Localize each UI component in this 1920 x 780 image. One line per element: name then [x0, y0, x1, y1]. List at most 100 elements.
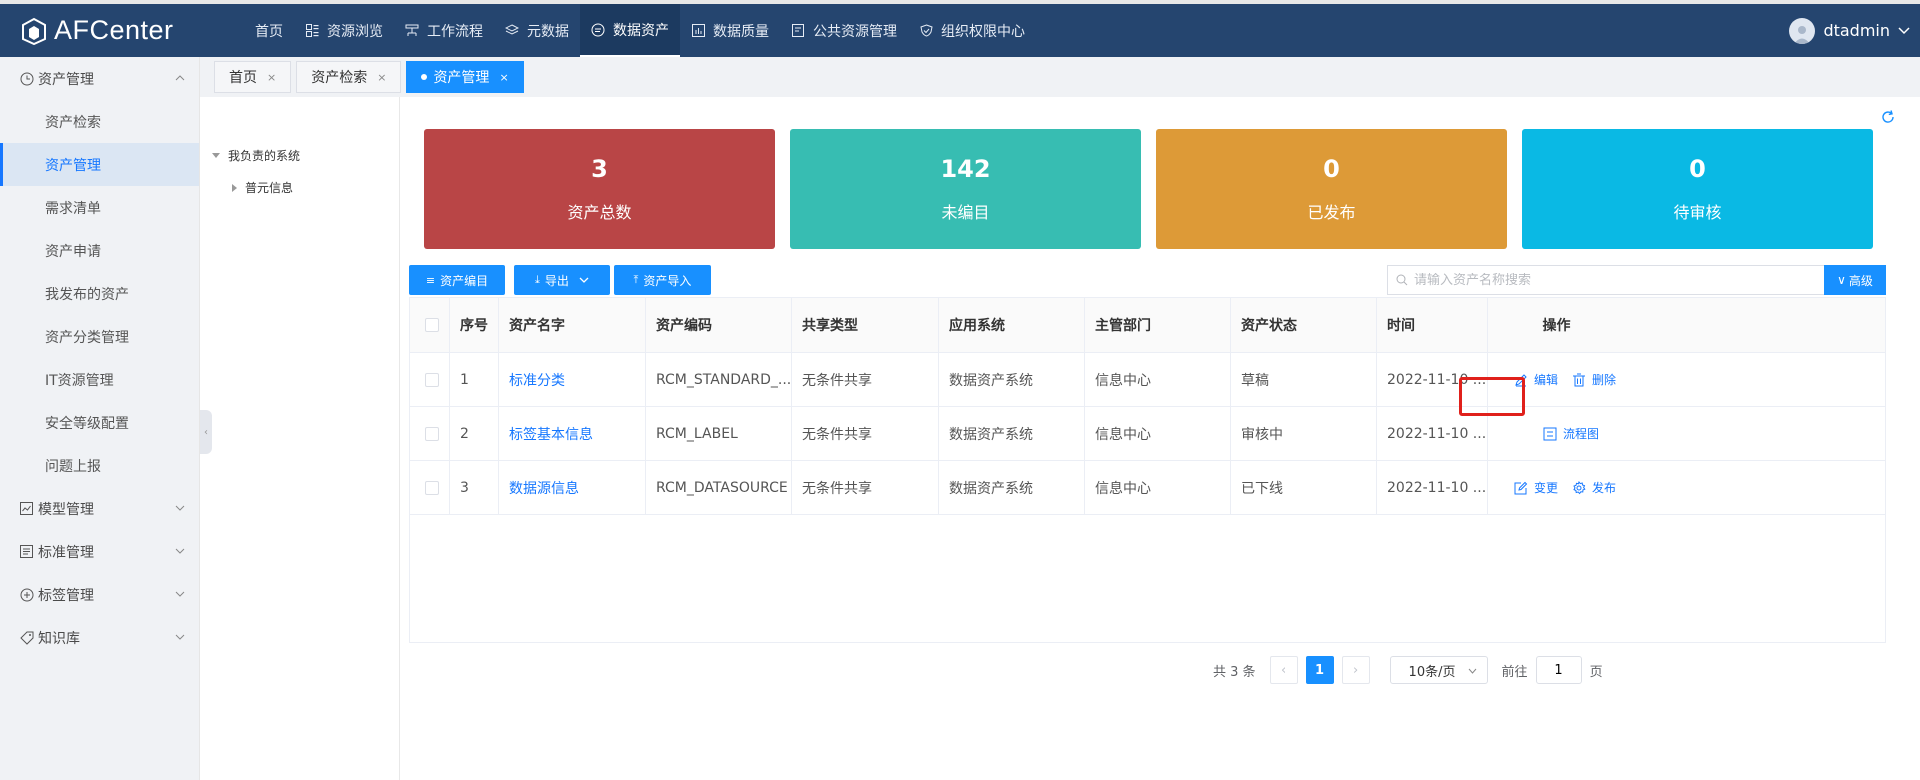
tab-asset-management[interactable]: 资产管理 ×	[406, 61, 524, 93]
select-all-cell	[410, 298, 450, 352]
sidebar-item-asset-apply[interactable]: 资产申请	[0, 229, 199, 272]
flowchart-button[interactable]: 流程图	[1543, 425, 1599, 442]
cell-no: 2	[450, 407, 499, 460]
cell-actions: 流程图	[1488, 407, 1885, 460]
cell-text: 数据资产系统	[949, 480, 1033, 497]
cell-no: 3	[450, 461, 499, 514]
chevron-down-icon	[1468, 668, 1476, 674]
asset-name-link[interactable]: 标签基本信息	[509, 424, 593, 444]
chart-icon	[20, 501, 34, 516]
prev-page-button[interactable]: ‹	[1269, 656, 1298, 684]
nav-metadata[interactable]: 元数据	[494, 4, 580, 57]
row-checkbox[interactable]	[425, 480, 439, 495]
sidebar-group-tag[interactable]: 标签管理	[0, 573, 199, 616]
cell-text: 2022-11-10 ...	[1387, 425, 1487, 442]
sidebar-item-label: IT资源管理	[45, 372, 114, 389]
chevron-down-icon	[175, 634, 185, 640]
stat-card-published[interactable]: 0 已发布	[1156, 129, 1507, 249]
row-checkbox[interactable]	[425, 372, 439, 387]
panel-collapse-handle[interactable]: ‹	[200, 410, 212, 454]
nav-org-permissions[interactable]: 组织权限中心	[908, 4, 1036, 57]
cell-status: 草稿	[1231, 353, 1377, 406]
cell-text: 2022-11-10 ...	[1387, 479, 1487, 496]
delete-button[interactable]: 删除	[1572, 371, 1616, 388]
sidebar-item-label: 安全等级配置	[45, 415, 129, 432]
tree-node-label: 普元信息	[245, 181, 294, 195]
cell-status: 审核中	[1231, 407, 1377, 460]
cell-actions: 编辑 删除	[1488, 353, 1885, 406]
nav-resource-browse[interactable]: 资源浏览	[294, 4, 394, 57]
user-menu[interactable]: dtadmin	[1789, 4, 1910, 57]
tree-node-primeton[interactable]: 普元信息	[232, 179, 293, 196]
close-icon[interactable]: ×	[267, 71, 276, 84]
cell-dept: 信息中心	[1085, 407, 1231, 460]
import-button[interactable]: ⤒ 资产导入	[614, 265, 711, 295]
caret-right-icon	[232, 183, 237, 192]
sidebar-group-knowledge[interactable]: 知识库	[0, 616, 199, 659]
sidebar-item-asset-category[interactable]: 资产分类管理	[0, 315, 199, 358]
cell-status: 已下线	[1231, 461, 1377, 514]
goto-page-input[interactable]	[1535, 656, 1582, 684]
sidebar-item-label: 资产管理	[45, 157, 101, 174]
tab-label: 首页	[229, 70, 257, 86]
close-icon[interactable]: ×	[377, 71, 386, 84]
sidebar-group-model[interactable]: 模型管理	[0, 487, 199, 530]
next-page-button[interactable]: ›	[1341, 656, 1370, 684]
nav-public-resources[interactable]: 公共资源管理	[780, 4, 908, 57]
sidebar-group-knowledge-label: 知识库	[38, 630, 80, 647]
sidebar-item-demand-list[interactable]: 需求清单	[0, 186, 199, 229]
sidebar-item-asset-management[interactable]: 资产管理	[0, 143, 199, 186]
nav-data-quality[interactable]: 数据质量	[680, 4, 780, 57]
sidebar-item-label: 我发布的资产	[45, 286, 129, 303]
cell-text: 信息中心	[1095, 480, 1151, 497]
col-header-label: 应用系统	[949, 318, 1005, 334]
app-logo[interactable]: AFCenter	[0, 4, 200, 57]
sidebar-item-it-resources[interactable]: IT资源管理	[0, 358, 199, 401]
sidebar-item-label: 需求清单	[45, 200, 101, 217]
cell-actions: 变更 发布	[1488, 461, 1885, 514]
advanced-search-button[interactable]: ∨ 高级	[1824, 265, 1886, 295]
sidebar-group-standard[interactable]: 标准管理	[0, 530, 199, 573]
row-select-cell	[410, 407, 450, 460]
cell-text: 已下线	[1241, 480, 1283, 497]
cell-no: 1	[450, 353, 499, 406]
col-header: 操作	[1488, 298, 1885, 352]
nav-data-assets[interactable]: 数据资产	[580, 4, 680, 57]
row-checkbox[interactable]	[425, 426, 439, 441]
tab-home[interactable]: 首页 ×	[214, 61, 292, 93]
change-button[interactable]: 变更	[1514, 479, 1558, 496]
tree-node-my-systems[interactable]: 我负责的系统	[212, 147, 300, 164]
select-all-checkbox[interactable]	[425, 318, 439, 332]
change-label: 变更	[1534, 481, 1559, 495]
asset-name-link[interactable]: 数据源信息	[509, 478, 579, 498]
asset-name-link[interactable]: 标准分类	[509, 370, 565, 390]
nav-home[interactable]: 首页	[244, 4, 294, 57]
cell-text: 2	[460, 425, 469, 442]
refresh-icon[interactable]	[1880, 109, 1896, 125]
publish-button[interactable]: 发布	[1572, 479, 1616, 496]
stat-card-pending[interactable]: 0 待审核	[1522, 129, 1873, 249]
cell-text: 无条件共享	[802, 372, 872, 389]
table-row: 1 标准分类 RCM_STANDARD_... 无条件共享 数据资产系统 信息中…	[410, 353, 1885, 407]
stat-card-uncataloged[interactable]: 142 未编目	[790, 129, 1141, 249]
export-button[interactable]: ⤓ 导出	[514, 265, 610, 295]
sidebar-item-issue-report[interactable]: 问题上报	[0, 444, 199, 487]
sidebar-item-security-level[interactable]: 安全等级配置	[0, 401, 199, 444]
sidebar-group-asset[interactable]: 资产管理	[0, 57, 199, 100]
tab-label: 资产管理	[433, 70, 490, 86]
page-size-select[interactable]: 10条/页	[1389, 656, 1488, 684]
stat-card-total[interactable]: 3 资产总数	[424, 129, 775, 249]
catalog-button[interactable]: ≡ 资产编目	[409, 265, 505, 295]
delete-label: 删除	[1592, 373, 1617, 387]
flowchart-icon	[1543, 427, 1557, 440]
col-header: 资产状态	[1231, 298, 1377, 352]
sidebar-item-asset-search[interactable]: 资产检索	[0, 100, 199, 143]
shield-icon	[919, 24, 933, 38]
close-icon[interactable]: ×	[499, 71, 508, 84]
nav-workflow[interactable]: 工作流程	[394, 4, 494, 57]
tab-asset-search[interactable]: 资产检索 ×	[296, 61, 402, 93]
table-row: 3 数据源信息 RCM_DATASOURCE 无条件共享 数据资产系统 信息中心…	[410, 461, 1885, 515]
page-1-button[interactable]: 1	[1305, 656, 1334, 684]
sidebar-item-my-published[interactable]: 我发布的资产	[0, 272, 199, 315]
search-input[interactable]	[1414, 272, 1814, 288]
